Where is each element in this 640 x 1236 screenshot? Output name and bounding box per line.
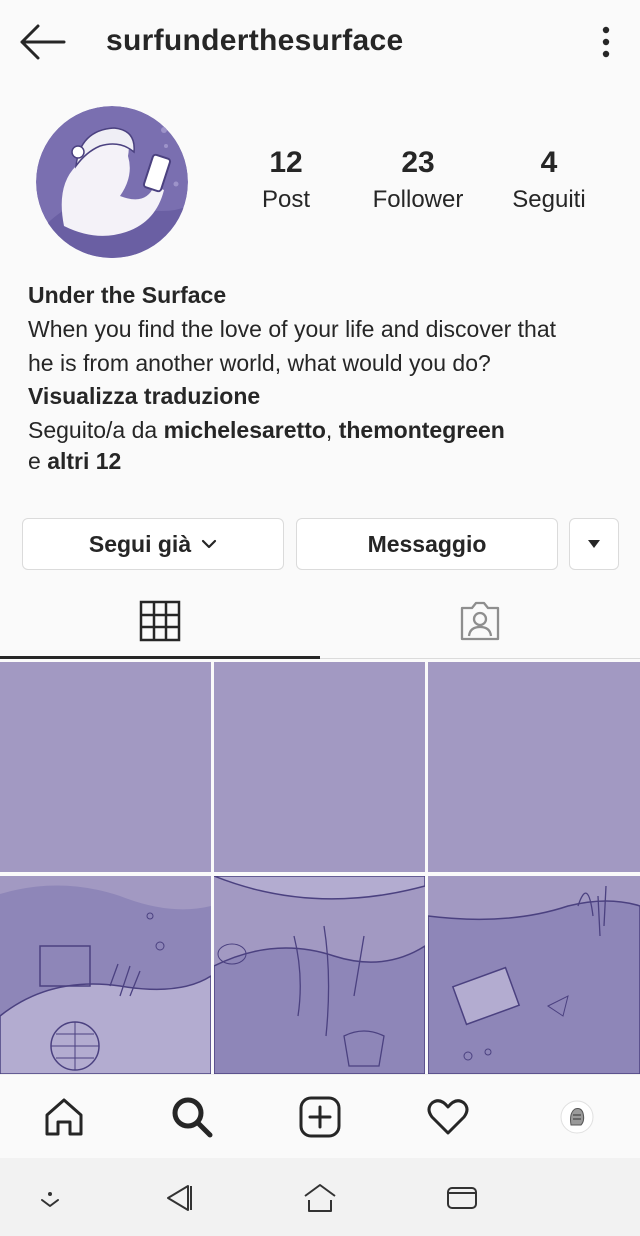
followed-by-user-1[interactable]: michelesaretto (164, 417, 326, 443)
posts-grid (0, 662, 640, 1074)
add-post-icon[interactable] (296, 1093, 344, 1141)
notification-down-icon[interactable] (28, 1180, 72, 1216)
stat-following-count: 4 (540, 146, 558, 179)
profile-username: surfunderthesurface (106, 24, 404, 57)
seabed-illustration-center (214, 876, 425, 1074)
home-outline-icon[interactable] (298, 1180, 342, 1216)
grid-post[interactable] (428, 662, 640, 872)
tab-posts-grid[interactable] (0, 582, 320, 660)
more-vertical-icon[interactable] (592, 22, 620, 62)
profile-display-name: Under the Surface (28, 282, 227, 308)
grid-post[interactable] (428, 876, 640, 1074)
chevron-down-icon (202, 539, 217, 549)
suggested-dropdown-button[interactable] (569, 518, 619, 570)
system-nav-bar (0, 1158, 640, 1236)
profile-avatar[interactable] (36, 106, 188, 258)
recents-icon[interactable] (440, 1180, 484, 1216)
arrow-left-icon[interactable] (16, 20, 68, 64)
message-button-label: Messaggio (367, 530, 487, 557)
top-bar: surfunderthesurface (0, 0, 640, 86)
stat-followers[interactable]: 23 Follower (353, 146, 483, 214)
profile-tabs (0, 582, 640, 660)
stat-posts[interactable]: 12 Post (221, 146, 351, 214)
stat-followers-label: Follower (372, 186, 464, 213)
stat-posts-count: 12 (269, 146, 303, 179)
grid-post[interactable] (214, 876, 425, 1074)
caret-down-icon (588, 540, 600, 548)
see-translation-link[interactable]: Visualizza traduzione (28, 379, 628, 413)
home-icon[interactable] (40, 1093, 88, 1141)
followed-by-prefix: Seguito/a da (28, 417, 164, 443)
back-triangle-icon[interactable] (156, 1180, 200, 1216)
search-icon[interactable] (168, 1093, 216, 1141)
followed-by[interactable]: Seguito/a da michelesaretto, themontegre… (28, 415, 628, 477)
seabed-illustration-left (0, 885, 211, 1074)
active-tab-indicator (0, 656, 320, 659)
followed-by-user-2[interactable]: themontegreen (339, 417, 505, 443)
grid-post[interactable] (214, 662, 425, 872)
tagged-user-icon (460, 601, 500, 641)
seabed-illustration-right (428, 885, 640, 1074)
bio-line-1: When you find the love of your life and … (28, 316, 557, 342)
followed-by-separator: , (325, 417, 339, 443)
following-button[interactable]: Segui già (22, 518, 284, 570)
grid-post[interactable] (0, 662, 211, 872)
following-button-label: Segui già (88, 530, 192, 557)
bio-line-2: he is from another world, what would you… (28, 350, 491, 376)
followed-by-more-prefix: e (28, 448, 48, 474)
followed-by-more[interactable]: altri 12 (47, 448, 121, 474)
stat-following[interactable]: 4 Seguiti (484, 146, 614, 214)
heart-icon[interactable] (424, 1093, 472, 1141)
message-button[interactable]: Messaggio (296, 518, 558, 570)
stat-following-label: Seguiti (512, 186, 586, 213)
grid-post[interactable] (0, 876, 211, 1074)
profile-bio: Under the Surface When you find the love… (28, 278, 628, 477)
stat-followers-count: 23 (401, 146, 435, 179)
tab-tagged[interactable] (320, 582, 640, 660)
grid-icon (139, 600, 181, 642)
bottom-navigation (0, 1074, 640, 1158)
profile-avatar-icon[interactable] (553, 1093, 601, 1141)
stat-posts-label: Post (261, 186, 311, 213)
